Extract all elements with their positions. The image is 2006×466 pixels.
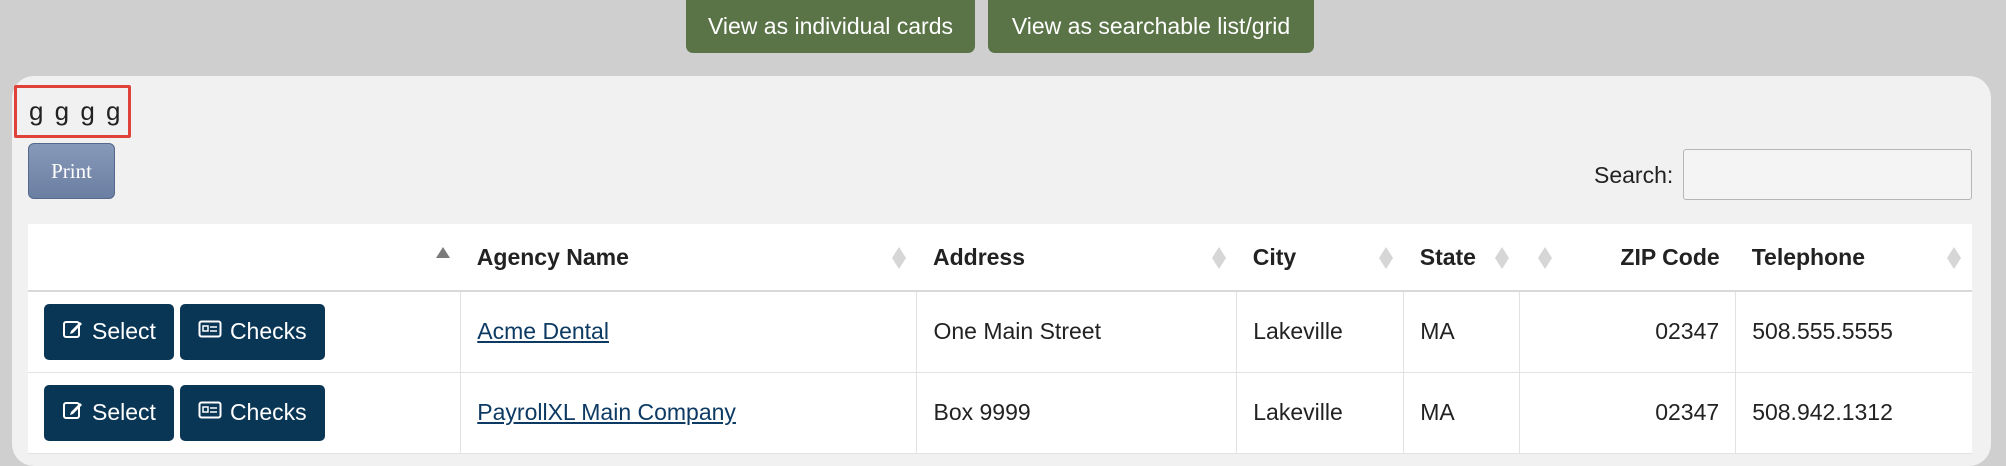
city-cell: Lakeville bbox=[1236, 291, 1404, 373]
column-header-city[interactable]: City bbox=[1236, 224, 1404, 292]
agency-link[interactable]: PayrollXL Main Company bbox=[477, 399, 736, 425]
zip-cell: 02347 bbox=[1519, 291, 1736, 373]
row-actions: Select Checks bbox=[28, 291, 461, 373]
select-label: Select bbox=[92, 318, 156, 345]
agency-cell: Acme Dental bbox=[460, 291, 917, 373]
address-cell: Box 9999 bbox=[916, 372, 1237, 454]
print-button[interactable]: Print bbox=[28, 143, 115, 199]
column-header-zip[interactable]: ZIP Code bbox=[1562, 224, 1736, 292]
table-row: Select Checks Acme Dental One Main Street La… bbox=[28, 291, 1972, 373]
id-card-icon bbox=[198, 399, 230, 426]
table-row: Select Checks PayrollXL Main Company Box 99… bbox=[28, 372, 1972, 454]
header-label: State bbox=[1419, 243, 1476, 270]
header-label: ZIP Code bbox=[1620, 243, 1720, 270]
column-header-address[interactable]: Address bbox=[916, 224, 1237, 292]
agency-link[interactable]: Acme Dental bbox=[477, 318, 609, 344]
view-list-button[interactable]: View as searchable list/grid bbox=[988, 0, 1314, 53]
city-cell: Lakeville bbox=[1236, 372, 1404, 454]
column-header-agency[interactable]: Agency Name bbox=[460, 224, 917, 292]
sort-icon bbox=[1378, 246, 1393, 270]
sort-icon bbox=[1494, 246, 1509, 270]
id-card-icon bbox=[198, 318, 230, 345]
edit-icon bbox=[62, 399, 92, 427]
sort-icon bbox=[1211, 246, 1226, 270]
page-title: g g g g bbox=[14, 85, 131, 138]
sort-icon bbox=[435, 246, 450, 270]
select-label: Select bbox=[92, 399, 156, 425]
search-input[interactable] bbox=[1683, 149, 1972, 200]
edit-icon bbox=[62, 318, 92, 346]
header-label: Address bbox=[932, 243, 1026, 270]
sort-icon bbox=[891, 246, 906, 270]
column-header-state[interactable]: State bbox=[1403, 224, 1520, 292]
checks-button[interactable]: Checks bbox=[179, 303, 325, 360]
column-header-actions[interactable] bbox=[28, 224, 461, 292]
agency-cell: PayrollXL Main Company bbox=[460, 372, 917, 454]
checks-label: Checks bbox=[229, 399, 307, 425]
checks-button[interactable]: Checks bbox=[179, 384, 325, 441]
column-header-telephone[interactable]: Telephone bbox=[1735, 224, 1972, 292]
header-label: Telephone bbox=[1751, 243, 1865, 270]
header-label: City bbox=[1252, 243, 1297, 270]
zip-cell: 02347 bbox=[1519, 372, 1736, 454]
column-header-blank[interactable] bbox=[1519, 224, 1563, 292]
select-button[interactable]: Select bbox=[44, 384, 174, 441]
checks-label: Checks bbox=[229, 318, 307, 345]
sort-icon bbox=[1537, 246, 1552, 270]
row-actions: Select Checks bbox=[28, 372, 461, 454]
search-label: Search: bbox=[1594, 162, 1674, 188]
select-button[interactable]: Select bbox=[44, 303, 174, 360]
state-cell: MA bbox=[1403, 372, 1520, 454]
telephone-cell: 508.942.1312 bbox=[1735, 372, 1972, 454]
state-cell: MA bbox=[1403, 291, 1520, 373]
view-cards-button[interactable]: View as individual cards bbox=[686, 0, 975, 53]
agency-table: Agency Name Address City State ZIP Code … bbox=[28, 224, 1972, 454]
address-cell: One Main Street bbox=[916, 291, 1237, 373]
sort-icon bbox=[1947, 246, 1961, 270]
header-label: Agency Name bbox=[476, 243, 629, 270]
telephone-cell: 508.555.5555 bbox=[1735, 291, 1972, 373]
table-header-row: Agency Name Address City State ZIP Code … bbox=[28, 224, 1972, 292]
